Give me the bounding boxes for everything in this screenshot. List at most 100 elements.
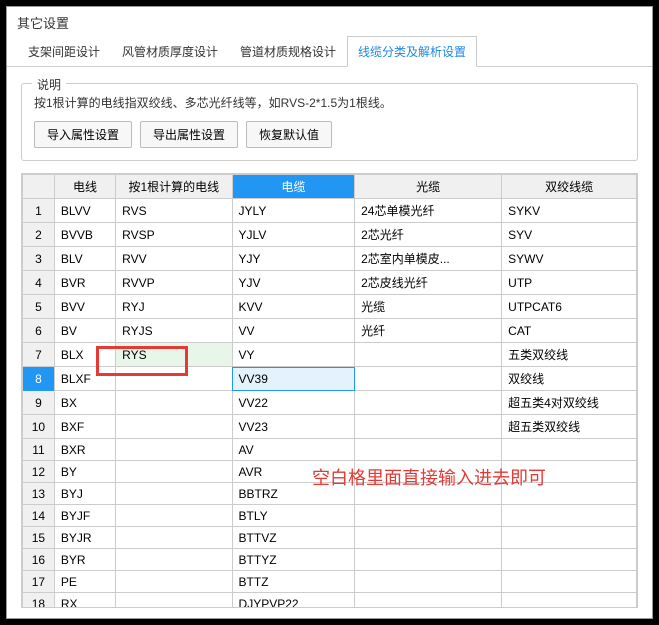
grid-cell[interactable]: BVR	[54, 271, 115, 295]
grid-cell[interactable]: UTP	[502, 271, 637, 295]
table-row[interactable]: 6BVRYJSVV光纤CAT	[23, 319, 637, 343]
table-row[interactable]: 10BXFVV23超五类双绞线	[23, 415, 637, 439]
grid-cell[interactable]: AVR	[232, 461, 355, 483]
grid-cell[interactable]: BLX	[54, 343, 115, 367]
grid-cell[interactable]: BVVB	[54, 223, 115, 247]
row-number[interactable]: 7	[23, 343, 55, 367]
grid-cell[interactable]	[355, 415, 502, 439]
grid-cell[interactable]: VY	[232, 343, 355, 367]
row-number[interactable]: 11	[23, 439, 55, 461]
grid-cell[interactable]: JYLY	[232, 199, 355, 223]
grid-cell[interactable]: RYJS	[116, 319, 232, 343]
grid-cell[interactable]: VV39	[232, 367, 355, 391]
table-row[interactable]: 16BYR BTTYZ	[23, 549, 637, 571]
grid-cell[interactable]: AV	[232, 439, 355, 461]
grid-cell[interactable]: 双绞线	[502, 367, 637, 391]
grid-cell[interactable]: BBTRZ	[232, 483, 355, 505]
grid-cell[interactable]	[355, 367, 502, 391]
tab-bracket-spacing[interactable]: 支架间距设计	[17, 36, 111, 67]
grid-cell[interactable]	[355, 483, 502, 505]
grid-cell[interactable]: RVV	[116, 247, 232, 271]
row-number[interactable]: 14	[23, 505, 55, 527]
table-row[interactable]: 7BLXRYSVY五类双绞线	[23, 343, 637, 367]
grid-cell[interactable]: BYR	[54, 549, 115, 571]
export-button[interactable]: 导出属性设置	[140, 121, 238, 148]
row-number[interactable]: 6	[23, 319, 55, 343]
grid-cell[interactable]	[355, 593, 502, 609]
grid-cell[interactable]	[502, 483, 637, 505]
grid-cell[interactable]	[116, 527, 232, 549]
grid-cell[interactable]: RVVP	[116, 271, 232, 295]
row-number[interactable]: 2	[23, 223, 55, 247]
table-row[interactable]: 12BYAVR	[23, 461, 637, 483]
grid-cell[interactable]	[502, 439, 637, 461]
data-grid[interactable]: 电线 按1根计算的电线 电缆 光缆 双绞线缆 1BLVVRVSJYLY24芯单模…	[21, 173, 638, 608]
grid-cell[interactable]: 2芯室内单模皮...	[355, 247, 502, 271]
grid-cell[interactable]	[116, 461, 232, 483]
table-row[interactable]: 17PEBTTZ	[23, 571, 637, 593]
grid-cell[interactable]	[116, 505, 232, 527]
grid-cell[interactable]: UTPCAT6	[502, 295, 637, 319]
grid-cell[interactable]: VV	[232, 319, 355, 343]
row-number[interactable]: 9	[23, 391, 55, 415]
grid-cell[interactable]: 24芯单模光纤	[355, 199, 502, 223]
grid-cell[interactable]: BYJR	[54, 527, 115, 549]
grid-cell[interactable]: RYJ	[116, 295, 232, 319]
table-row[interactable]: 11BXRAV	[23, 439, 637, 461]
col-header-wire[interactable]: 电线	[54, 175, 115, 199]
grid-cell[interactable]: SYWV	[502, 247, 637, 271]
tab-duct-material[interactable]: 风管材质厚度设计	[111, 36, 229, 67]
grid-cell[interactable]	[355, 343, 502, 367]
grid-cell[interactable]: BYJF	[54, 505, 115, 527]
grid-cell[interactable]	[355, 439, 502, 461]
grid-cell[interactable]	[116, 483, 232, 505]
table-row[interactable]: 1BLVVRVSJYLY24芯单模光纤SYKV	[23, 199, 637, 223]
grid-cell[interactable]	[355, 549, 502, 571]
grid-cell[interactable]: SYKV	[502, 199, 637, 223]
import-button[interactable]: 导入属性设置	[34, 121, 132, 148]
grid-cell[interactable]: RVS	[116, 199, 232, 223]
table-row[interactable]: 2BVVBRVSPYJLV2芯光纤SYV	[23, 223, 637, 247]
row-number[interactable]: 8	[23, 367, 55, 391]
table-row[interactable]: 4BVRRVVPYJV2芯皮线光纤UTP	[23, 271, 637, 295]
grid-cell[interactable]: BV	[54, 319, 115, 343]
table-row[interactable]: 15BYJRBTTVZ	[23, 527, 637, 549]
grid-cell[interactable]: CAT	[502, 319, 637, 343]
row-number[interactable]: 12	[23, 461, 55, 483]
grid-cell[interactable]	[502, 505, 637, 527]
row-number[interactable]: 10	[23, 415, 55, 439]
grid-cell[interactable]: BTTYZ	[232, 549, 355, 571]
table-row[interactable]: 5BVVRYJKVV光缆UTPCAT6	[23, 295, 637, 319]
table-row[interactable]: 18RXDJYPVP22	[23, 593, 637, 609]
grid-cell[interactable]: PE	[54, 571, 115, 593]
grid-cell[interactable]: DJYPVP22	[232, 593, 355, 609]
grid-cell[interactable]: YJV	[232, 271, 355, 295]
table-row[interactable]: 8BLXFVV39双绞线	[23, 367, 637, 391]
grid-cell[interactable]: 超五类双绞线	[502, 415, 637, 439]
row-number[interactable]: 1	[23, 199, 55, 223]
col-header-cable[interactable]: 电缆	[232, 175, 355, 199]
col-header-twisted[interactable]: 双绞线缆	[502, 175, 637, 199]
grid-cell[interactable]	[116, 439, 232, 461]
grid-cell[interactable]	[502, 527, 637, 549]
row-number[interactable]: 5	[23, 295, 55, 319]
grid-cell[interactable]: BX	[54, 391, 115, 415]
grid-cell[interactable]: BXF	[54, 415, 115, 439]
grid-cell[interactable]	[116, 571, 232, 593]
grid-cell[interactable]: SYV	[502, 223, 637, 247]
grid-cell[interactable]	[355, 527, 502, 549]
grid-cell[interactable]	[502, 593, 637, 609]
grid-cell[interactable]: YJY	[232, 247, 355, 271]
grid-cell[interactable]: RYS	[116, 343, 232, 367]
grid-cell[interactable]: 2芯光纤	[355, 223, 502, 247]
grid-cell[interactable]: BTTVZ	[232, 527, 355, 549]
grid-cell[interactable]: BVV	[54, 295, 115, 319]
grid-cell[interactable]	[116, 549, 232, 571]
row-number[interactable]: 16	[23, 549, 55, 571]
grid-cell[interactable]: RX	[54, 593, 115, 609]
grid-cell[interactable]	[116, 367, 232, 391]
table-row[interactable]: 3BLVRVVYJY2芯室内单模皮...SYWV	[23, 247, 637, 271]
tab-pipe-material[interactable]: 管道材质规格设计	[229, 36, 347, 67]
grid-cell[interactable]: RVSP	[116, 223, 232, 247]
grid-cell[interactable]: BYJ	[54, 483, 115, 505]
